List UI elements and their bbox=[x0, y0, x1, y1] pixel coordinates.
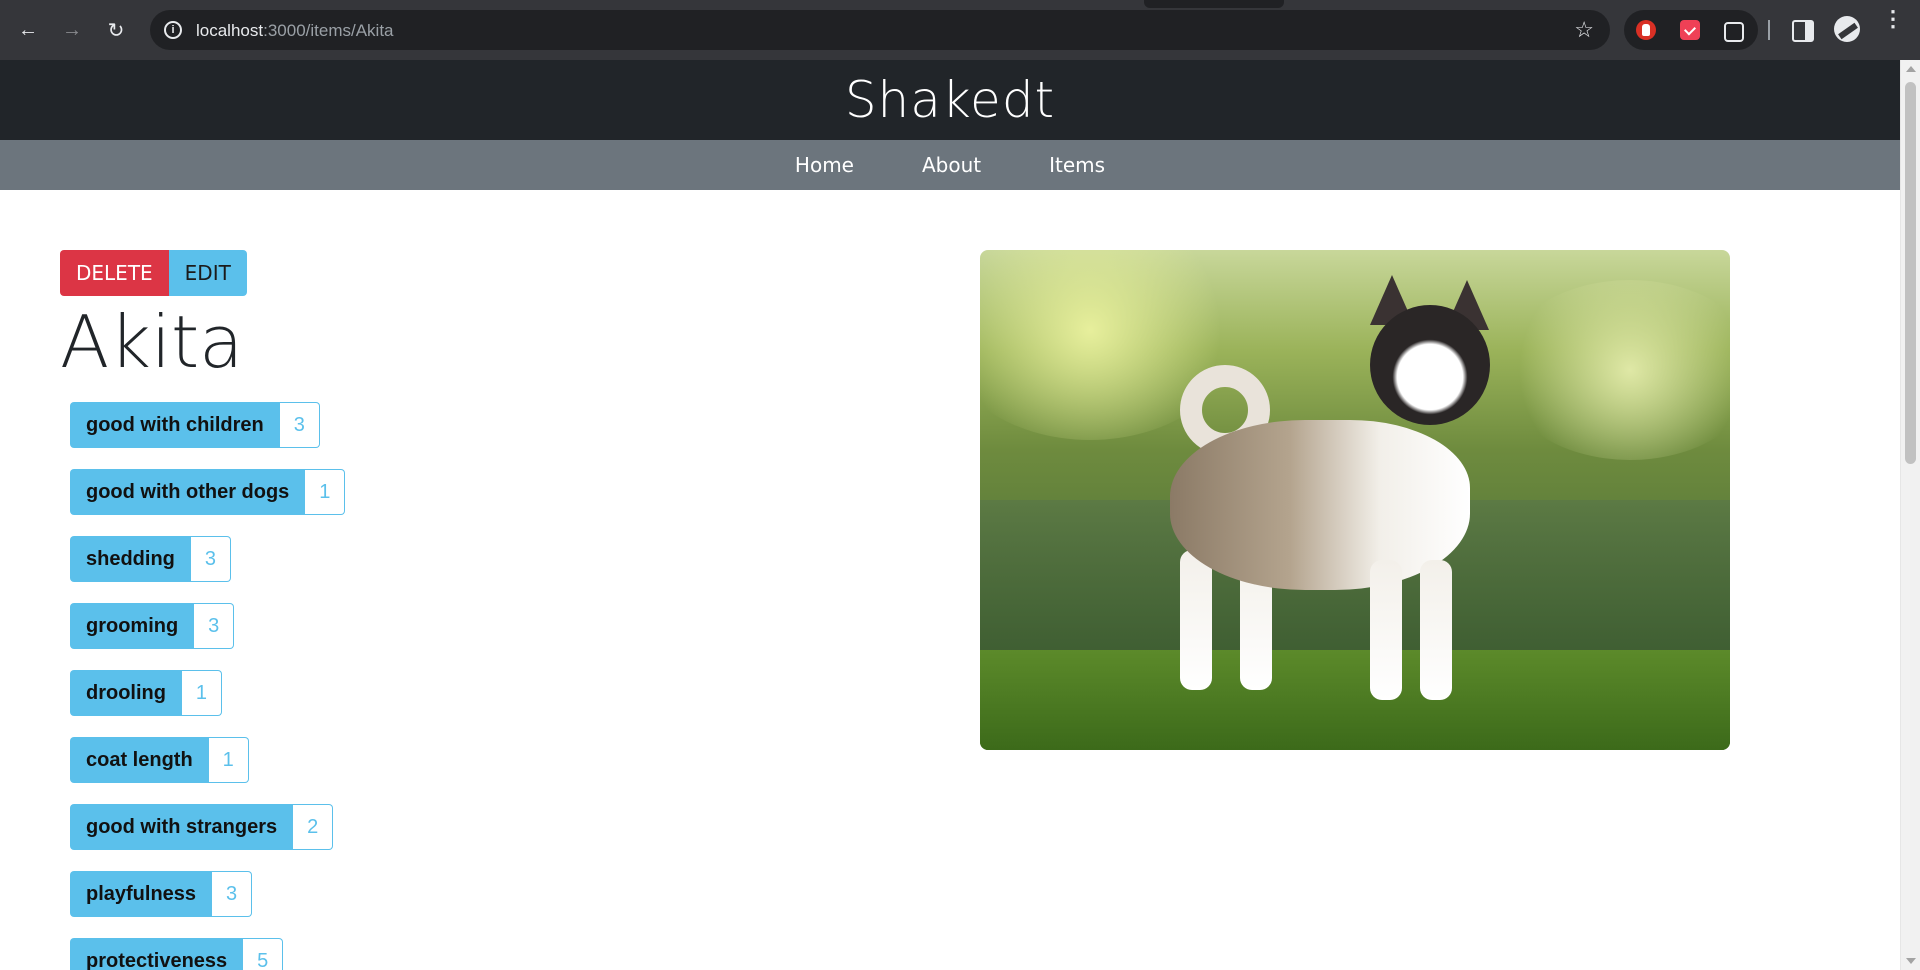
url-host: localhost bbox=[196, 21, 264, 40]
scroll-up-icon[interactable] bbox=[1906, 66, 1916, 72]
trait-label: good with other dogs bbox=[70, 469, 306, 515]
extensions-puzzle-icon[interactable] bbox=[1724, 22, 1744, 42]
trait-badge: grooming 3 bbox=[70, 603, 345, 649]
trait-label: drooling bbox=[70, 670, 182, 716]
item-photo bbox=[980, 250, 1730, 750]
nav-items-link[interactable]: Items bbox=[1049, 153, 1105, 177]
dog-leg bbox=[1180, 550, 1212, 690]
adblock-extension-icon[interactable] bbox=[1636, 20, 1656, 40]
forward-icon[interactable]: → bbox=[56, 14, 88, 46]
extensions-group bbox=[1624, 10, 1758, 50]
scroll-down-icon[interactable] bbox=[1906, 958, 1916, 964]
trait-score: 3 bbox=[212, 871, 253, 917]
dog-leg bbox=[1370, 560, 1402, 700]
photo-foliage bbox=[1500, 280, 1730, 460]
dog-leg bbox=[1420, 560, 1452, 700]
url-text[interactable]: localhost:3000/items/Akita bbox=[196, 21, 394, 41]
trait-label: good with strangers bbox=[70, 804, 294, 850]
trait-label: coat length bbox=[70, 737, 209, 783]
trait-badge: playfulness 3 bbox=[70, 871, 345, 917]
address-bar[interactable]: i localhost:3000/items/Akita ☆ bbox=[150, 10, 1610, 50]
scrollbar-thumb[interactable] bbox=[1905, 82, 1916, 464]
trait-badge: coat length 1 bbox=[70, 737, 345, 783]
trait-badge: good with other dogs 1 bbox=[70, 469, 346, 515]
nav-about-link[interactable]: About bbox=[922, 153, 981, 177]
trait-label: good with children bbox=[70, 402, 280, 448]
tab-strip-edge bbox=[1144, 0, 1284, 8]
pocket-extension-icon[interactable] bbox=[1680, 20, 1700, 40]
trait-label: grooming bbox=[70, 603, 195, 649]
trait-label: protectiveness bbox=[70, 938, 244, 970]
trait-label: playfulness bbox=[70, 871, 213, 917]
site-nav: Home About Items bbox=[0, 140, 1900, 190]
edit-button[interactable]: EDIT bbox=[168, 250, 247, 296]
trait-score: 3 bbox=[279, 402, 320, 448]
delete-button[interactable]: DELETE bbox=[60, 250, 169, 296]
trait-score: 1 bbox=[181, 670, 222, 716]
reload-icon[interactable]: ↻ bbox=[100, 14, 132, 46]
browser-toolbar: ← → ↻ i localhost:3000/items/Akita ☆ ⋮ bbox=[0, 0, 1920, 60]
site-info-icon[interactable]: i bbox=[164, 21, 182, 39]
photo-grass bbox=[980, 650, 1730, 750]
dog-head bbox=[1370, 305, 1490, 425]
item-actions: DELETE EDIT bbox=[60, 250, 247, 296]
page-viewport: Shakedt Home About Items DELETE EDIT Aki… bbox=[0, 60, 1900, 970]
page-scrollbar[interactable] bbox=[1900, 60, 1920, 970]
browser-menu-icon[interactable]: ⋮ bbox=[1882, 8, 1904, 30]
trait-score: 2 bbox=[293, 804, 334, 850]
trait-badge: drooling 1 bbox=[70, 670, 345, 716]
back-icon[interactable]: ← bbox=[12, 14, 44, 46]
trait-badge: good with strangers 2 bbox=[70, 804, 345, 850]
trait-badge: shedding 3 bbox=[70, 536, 345, 582]
item-title: Akita bbox=[60, 300, 244, 384]
url-path: :3000/items/Akita bbox=[263, 21, 394, 40]
trait-label: shedding bbox=[70, 536, 191, 582]
trait-score: 1 bbox=[305, 469, 346, 515]
trait-list: good with children 3 good with other dog… bbox=[70, 402, 346, 970]
side-panel-icon[interactable] bbox=[1792, 20, 1814, 42]
toolbar-divider bbox=[1768, 20, 1770, 40]
nav-home-link[interactable]: Home bbox=[795, 153, 854, 177]
trait-badge: good with children 3 bbox=[70, 402, 345, 448]
site-title: Shakedt bbox=[844, 71, 1056, 129]
trait-badge: protectiveness 5 bbox=[70, 938, 345, 970]
bookmark-star-icon[interactable]: ☆ bbox=[1574, 17, 1594, 43]
trait-score: 5 bbox=[243, 938, 284, 970]
trait-score: 3 bbox=[190, 536, 231, 582]
site-header: Shakedt bbox=[0, 60, 1900, 140]
trait-score: 3 bbox=[194, 603, 235, 649]
profile-avatar[interactable] bbox=[1834, 16, 1860, 42]
trait-score: 1 bbox=[208, 737, 249, 783]
